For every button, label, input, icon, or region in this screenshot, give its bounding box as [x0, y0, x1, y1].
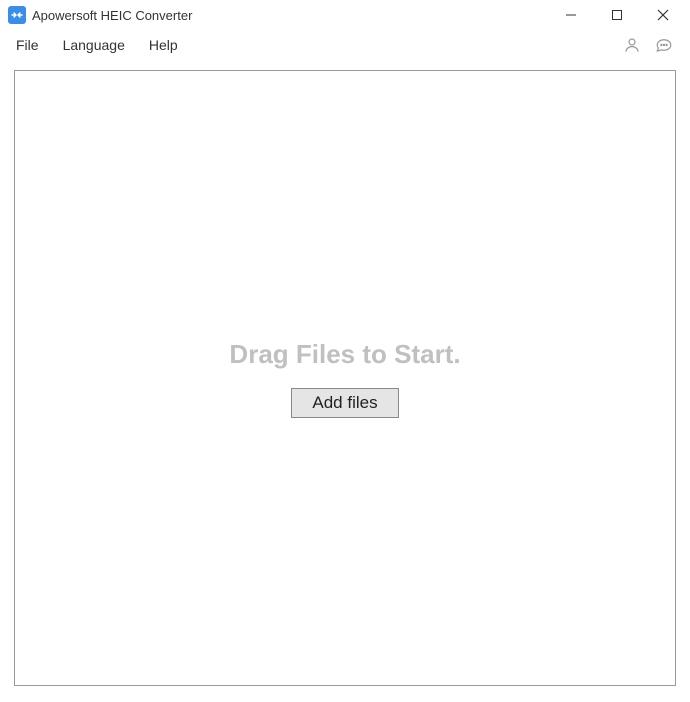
user-icon[interactable] — [622, 35, 642, 55]
app-title: Apowersoft HEIC Converter — [32, 8, 192, 23]
menu-language[interactable]: Language — [51, 33, 137, 57]
minimize-button[interactable] — [548, 0, 594, 30]
menu-items: File Language Help — [0, 33, 190, 57]
drag-instruction-text: Drag Files to Start. — [229, 339, 460, 370]
close-button[interactable] — [640, 0, 686, 30]
window-controls — [548, 0, 686, 30]
menubar: File Language Help — [0, 30, 690, 60]
menubar-icons — [622, 35, 680, 55]
app-icon — [8, 6, 26, 24]
titlebar: Apowersoft HEIC Converter — [0, 0, 690, 30]
menu-file[interactable]: File — [0, 33, 51, 57]
add-files-button[interactable]: Add files — [291, 388, 398, 418]
maximize-button[interactable] — [594, 0, 640, 30]
feedback-icon[interactable] — [654, 35, 674, 55]
menu-help[interactable]: Help — [137, 33, 190, 57]
titlebar-left: Apowersoft HEIC Converter — [8, 6, 192, 24]
drop-zone[interactable]: Drag Files to Start. Add files — [14, 70, 676, 686]
